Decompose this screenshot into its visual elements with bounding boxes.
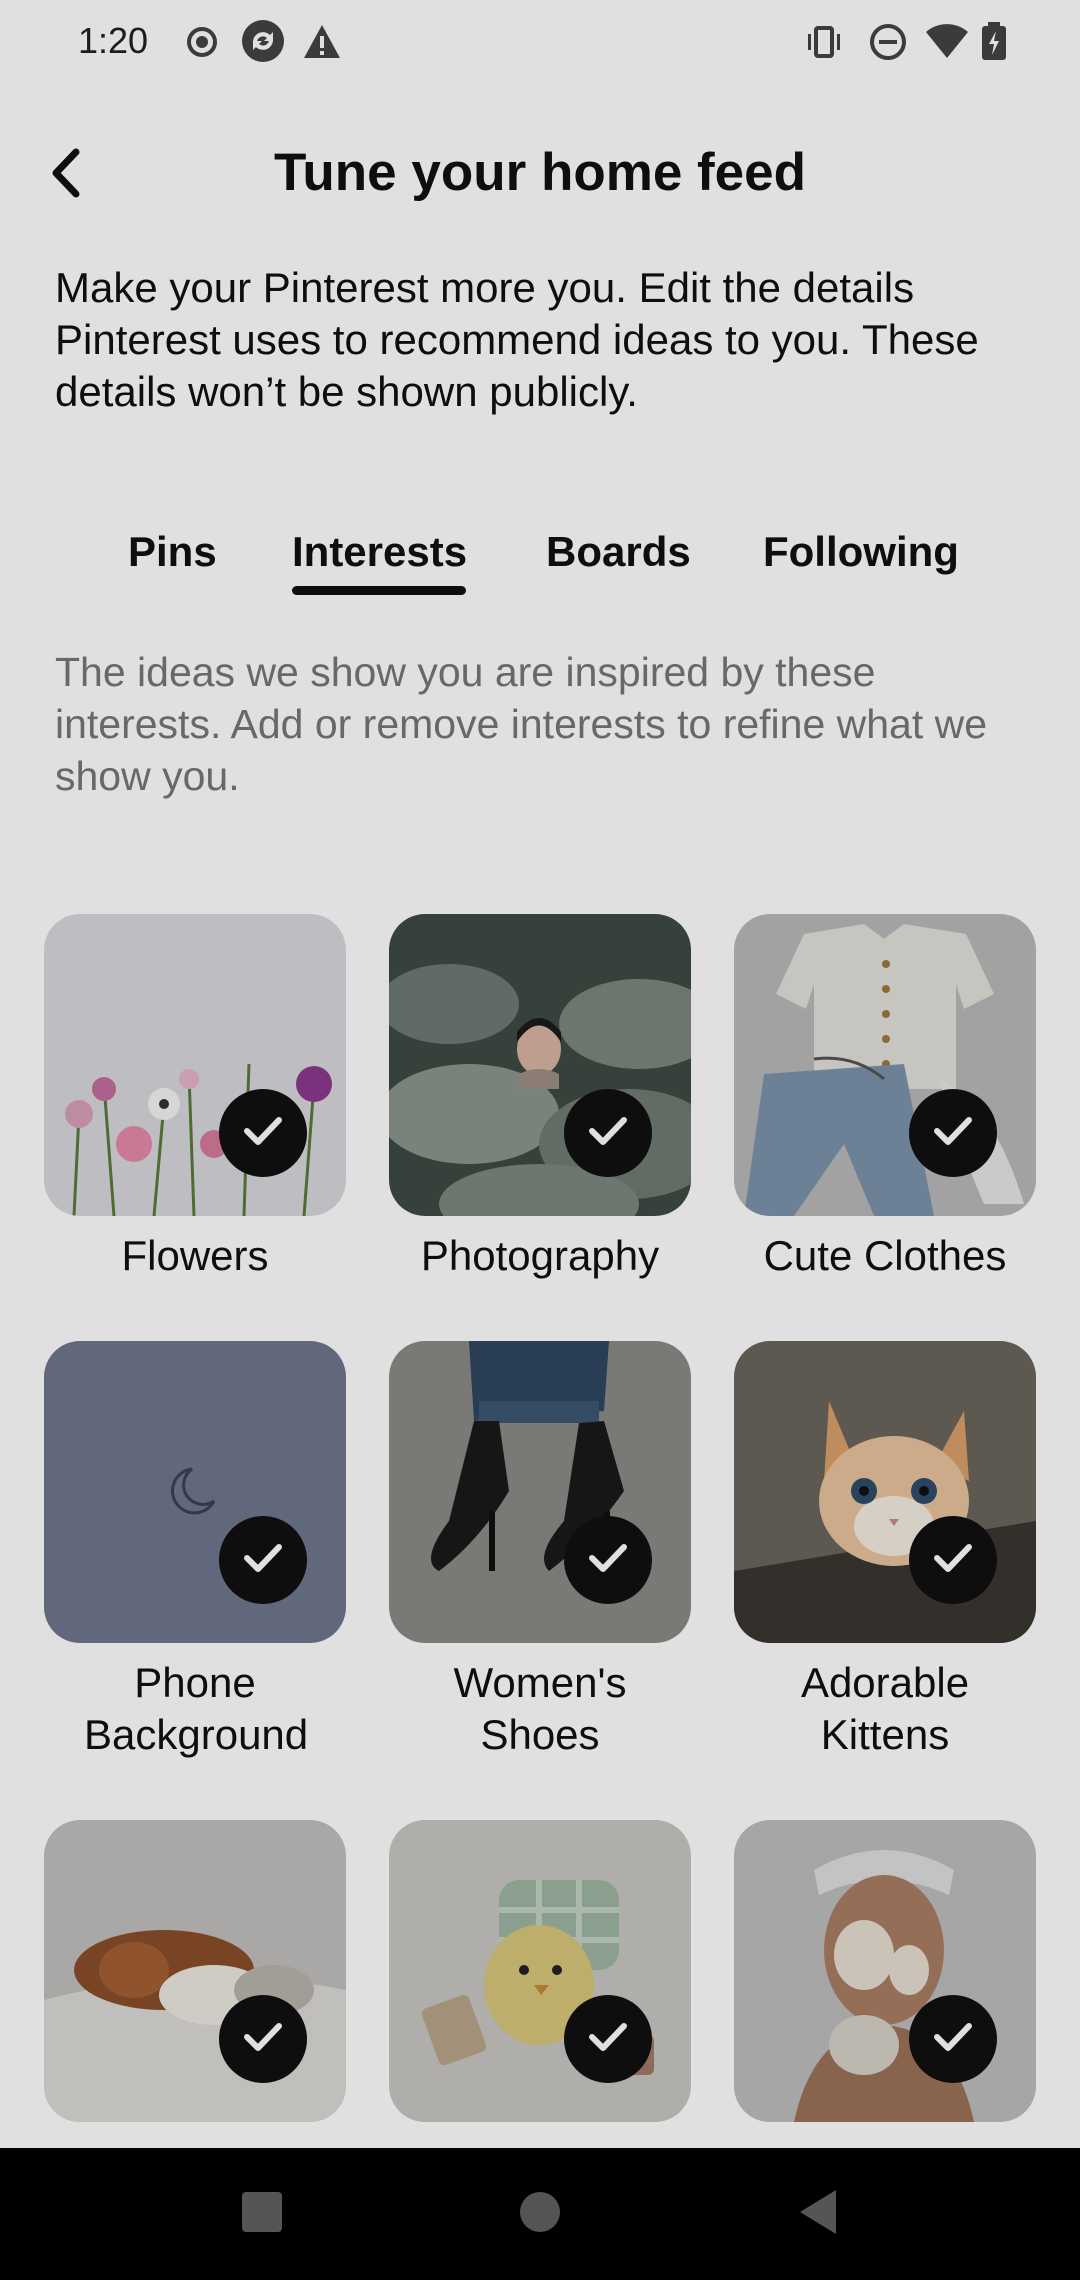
shoes-image	[389, 1341, 691, 1643]
sync-icon	[240, 18, 286, 64]
sleeping-dogs-image	[44, 1820, 346, 2122]
tab-following[interactable]: Following	[763, 528, 959, 576]
selected-check-badge	[909, 1089, 997, 1177]
system-nav-bar	[0, 2148, 1080, 2280]
page-title: Tune your home feed	[273, 143, 807, 202]
status-time: 1:20	[78, 20, 149, 61]
checkmark-icon	[588, 1542, 628, 1579]
interest-tile-flowers[interactable]: Flowers	[44, 914, 346, 1282]
home-button[interactable]	[510, 2184, 570, 2244]
checkmark-icon	[243, 2021, 283, 2058]
tab-interests[interactable]: Interests	[292, 528, 467, 576]
interest-tile-womens-shoes[interactable]: Women's Shoes	[389, 1341, 691, 1761]
interest-tile-cute-clothes[interactable]: Cute Clothes	[734, 914, 1036, 1282]
checkmark-icon	[588, 2021, 628, 2058]
cartoon-chick-image	[389, 1820, 691, 2122]
back-nav-button[interactable]	[788, 2184, 848, 2244]
kitten-image	[734, 1341, 1036, 1643]
selected-check-badge	[219, 1995, 307, 2083]
selected-check-badge	[564, 1995, 652, 2083]
selected-check-badge	[564, 1089, 652, 1177]
home-circle-icon	[518, 2190, 562, 2239]
recents-button[interactable]	[232, 2184, 292, 2244]
vibrate-icon	[804, 22, 844, 62]
tab-boards[interactable]: Boards	[546, 528, 691, 576]
battery-charging-icon	[980, 22, 1008, 62]
interest-label: Adorable Kittens	[800, 1659, 970, 1758]
status-bar: 1:20	[0, 0, 1080, 90]
checkmark-icon	[933, 1115, 973, 1152]
interest-label: Photography	[420, 1232, 660, 1279]
interest-label: Phone Background	[84, 1659, 309, 1758]
interest-label: Flowers	[121, 1232, 269, 1279]
checkmark-icon	[588, 1115, 628, 1152]
helper-text: The ideas we show you are inspired by th…	[55, 649, 988, 799]
header: Tune your home feed	[0, 120, 1080, 230]
tab-bar: Pins Interests Boards Following	[0, 520, 1080, 600]
selected-check-badge	[909, 1995, 997, 2083]
intro-text: Make your Pinterest more you. Edit the d…	[55, 264, 979, 415]
flowers-image	[44, 914, 346, 1216]
tab-selected-indicator	[292, 586, 466, 595]
clothes-image	[734, 914, 1036, 1216]
interest-tile-dogs[interactable]	[44, 1820, 346, 2122]
selected-check-badge	[909, 1516, 997, 1604]
face-mask-image	[734, 1820, 1036, 2122]
interest-tile-cartoon[interactable]	[389, 1820, 691, 2122]
do-not-disturb-icon	[868, 22, 908, 62]
interest-tile-adorable-kittens[interactable]: Adorable Kittens	[734, 1341, 1036, 1761]
tab-pins[interactable]: Pins	[128, 528, 217, 576]
checkmark-icon	[933, 1542, 973, 1579]
selected-check-badge	[219, 1089, 307, 1177]
selected-check-badge	[219, 1516, 307, 1604]
interest-label: Women's Shoes	[453, 1659, 627, 1758]
interest-tile-skincare[interactable]	[734, 1820, 1036, 2122]
wifi-icon	[924, 22, 970, 62]
recents-square-icon	[240, 2190, 284, 2239]
interest-tile-photography[interactable]: Photography	[389, 914, 691, 1282]
moon-wallpaper-image	[44, 1341, 346, 1643]
record-icon	[182, 22, 222, 62]
interest-tile-phone-background[interactable]: Phone Background	[44, 1341, 346, 1761]
checkmark-icon	[243, 1115, 283, 1152]
checkmark-icon	[933, 2021, 973, 2058]
selected-check-badge	[564, 1516, 652, 1604]
checkmark-icon	[243, 1542, 283, 1579]
interest-label: Cute Clothes	[763, 1232, 1007, 1279]
photography-image	[389, 914, 691, 1216]
warning-icon	[302, 22, 342, 62]
back-triangle-icon	[796, 2188, 840, 2241]
